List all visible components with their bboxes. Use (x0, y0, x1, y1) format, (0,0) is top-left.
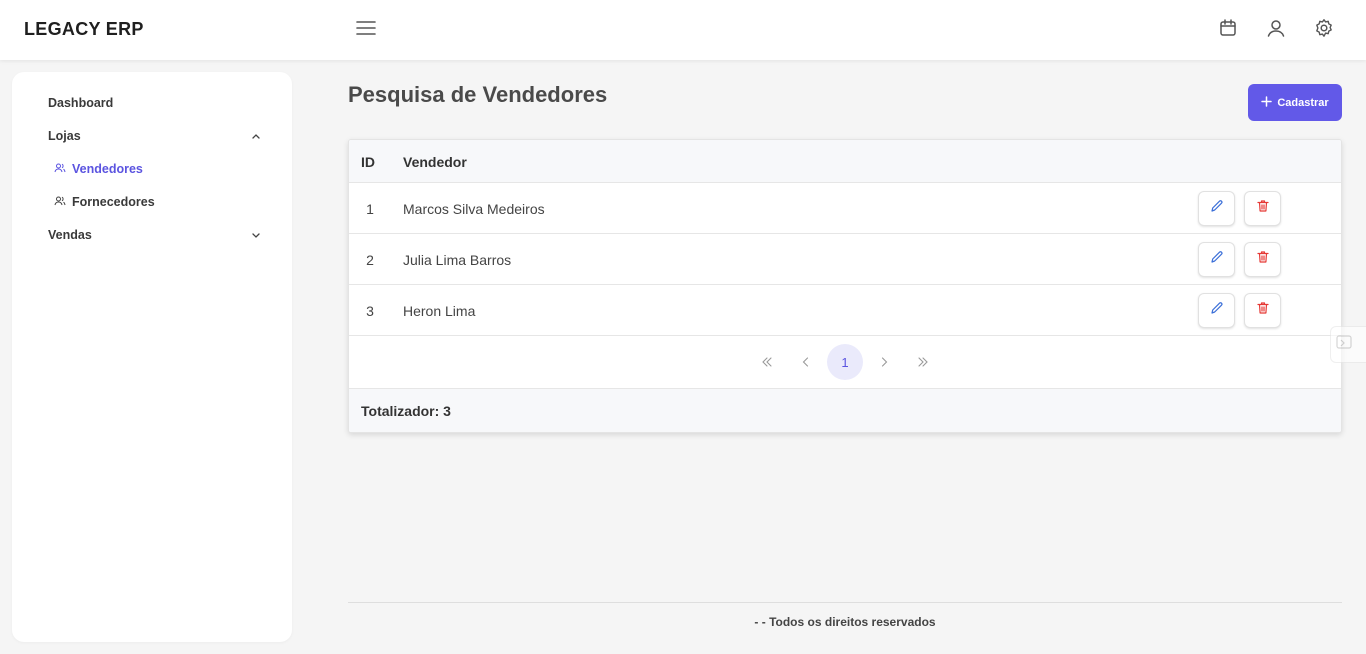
table-footer: Totalizador: 3 (349, 389, 1341, 432)
cell-id: 3 (366, 303, 374, 319)
app-logo[interactable]: LEGACY ERP (24, 19, 144, 40)
side-panel-toggle[interactable] (1330, 326, 1366, 363)
add-seller-button[interactable]: Cadastrar (1248, 84, 1342, 121)
menu-toggle-button[interactable] (353, 17, 379, 43)
plus-icon (1261, 95, 1273, 110)
sidebar-item-vendas[interactable]: Vendas (48, 228, 92, 242)
trash-icon (1256, 199, 1270, 218)
sidebar-item-label: Fornecedores (72, 195, 155, 209)
users-icon (54, 162, 66, 176)
calendar-button[interactable] (1215, 17, 1241, 43)
panel-icon (1335, 333, 1353, 356)
users-icon (54, 195, 66, 209)
delete-button[interactable] (1244, 293, 1281, 328)
cell-id: 2 (366, 252, 374, 268)
column-header-id[interactable]: ID (361, 154, 375, 170)
edit-button[interactable] (1198, 242, 1235, 277)
edit-button[interactable] (1198, 191, 1235, 226)
top-bar: LEGACY ERP (0, 0, 1366, 60)
cell-id: 1 (366, 201, 374, 217)
sidebar-item-fornecedores[interactable]: Fornecedores (54, 195, 155, 209)
settings-icon (1314, 18, 1334, 43)
trash-icon (1256, 250, 1270, 269)
trash-icon (1256, 301, 1270, 320)
total-count: Totalizador: 3 (361, 403, 451, 419)
sidebar-item-dashboard[interactable]: Dashboard (48, 96, 113, 110)
user-icon (1266, 18, 1286, 43)
last-page-button[interactable] (905, 344, 941, 380)
page-button-current[interactable]: 1 (827, 344, 863, 380)
cell-vendedor: Marcos Silva Medeiros (403, 201, 545, 217)
first-page-button[interactable] (749, 344, 785, 380)
chevrons-left-icon (761, 355, 773, 370)
chevrons-right-icon (917, 355, 929, 370)
sidebar: Dashboard Lojas Vendedores Fornecedores … (12, 72, 292, 642)
delete-button[interactable] (1244, 242, 1281, 277)
menu-icon (356, 20, 376, 41)
chevron-up-icon[interactable] (250, 130, 262, 142)
edit-button[interactable] (1198, 293, 1235, 328)
pagination: 1 (349, 336, 1341, 389)
page-title: Pesquisa de Vendedores (348, 82, 608, 107)
column-header-vendedor[interactable]: Vendedor (403, 154, 467, 170)
table-row: 1 Marcos Silva Medeiros (349, 183, 1341, 234)
table-row: 2 Julia Lima Barros (349, 234, 1341, 285)
sidebar-item-lojas[interactable]: Lojas (48, 129, 81, 143)
table-row: 3 Heron Lima (349, 285, 1341, 336)
pencil-icon (1210, 301, 1224, 320)
next-page-button[interactable] (866, 344, 902, 380)
chevron-down-icon[interactable] (250, 230, 262, 242)
table-header: ID Vendedor (349, 140, 1341, 183)
pencil-icon (1210, 250, 1224, 269)
delete-button[interactable] (1244, 191, 1281, 226)
previous-page-button[interactable] (788, 344, 824, 380)
sidebar-item-vendedores[interactable]: Vendedores (54, 162, 143, 176)
profile-button[interactable] (1263, 17, 1289, 43)
cell-vendedor: Heron Lima (403, 303, 476, 319)
settings-button[interactable] (1311, 17, 1337, 43)
sellers-table: ID Vendedor 1 Marcos Silva Medeiros 2 Ju… (348, 139, 1342, 433)
chevron-right-icon (880, 355, 888, 370)
add-button-label: Cadastrar (1277, 96, 1329, 109)
pencil-icon (1210, 199, 1224, 218)
calendar-icon (1218, 18, 1238, 43)
footer-divider (348, 602, 1342, 603)
footer-copyright: - - Todos os direitos reservados (754, 615, 936, 629)
cell-vendedor: Julia Lima Barros (403, 252, 512, 268)
chevron-left-icon (802, 355, 810, 370)
sidebar-item-label: Vendedores (72, 162, 143, 176)
